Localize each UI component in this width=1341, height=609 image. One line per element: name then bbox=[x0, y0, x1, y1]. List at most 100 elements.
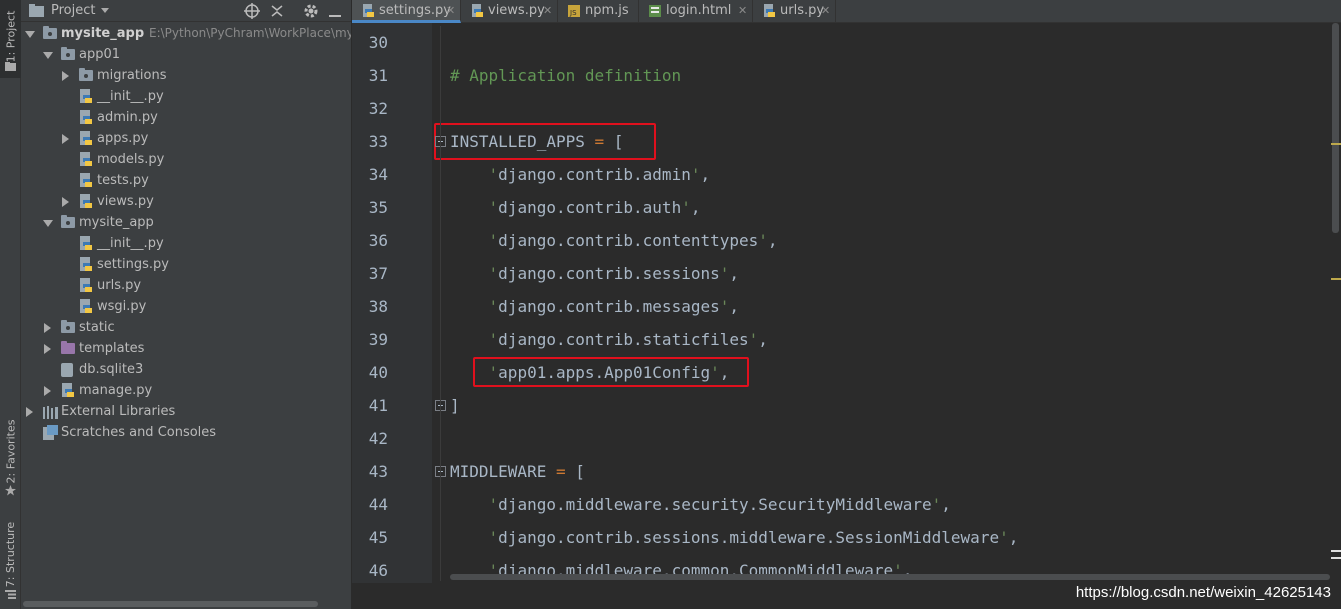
hide-panel-icon[interactable] bbox=[327, 3, 343, 19]
code-line[interactable]: 'django.middleware.security.SecurityMidd… bbox=[450, 488, 951, 521]
code-token-punc: ] bbox=[450, 396, 460, 415]
chevron-right-icon[interactable] bbox=[62, 134, 69, 144]
tab-npm-js[interactable]: JS npm.js bbox=[558, 0, 639, 23]
tree-item-tests-py[interactable]: tests.py bbox=[21, 170, 351, 191]
tab-urls-py[interactable]: urls.py ✕ bbox=[753, 0, 836, 23]
python-file-icon bbox=[362, 4, 375, 18]
chevron-down-icon[interactable] bbox=[43, 220, 53, 227]
locate-file-icon[interactable] bbox=[244, 3, 260, 19]
editor-horizontal-scrollbar[interactable] bbox=[450, 573, 1330, 581]
tree-item-label: manage.py bbox=[79, 383, 153, 398]
project-tool-tab[interactable]: 1: Project bbox=[0, 0, 21, 78]
info-stripe-mark[interactable] bbox=[1331, 557, 1341, 559]
chevron-down-icon[interactable] bbox=[43, 52, 53, 59]
chevron-right-icon[interactable] bbox=[62, 197, 69, 207]
tree-item-init-py[interactable]: __init__.py bbox=[21, 86, 351, 107]
close-icon[interactable]: ✕ bbox=[821, 0, 830, 22]
code-line[interactable]: 'django.contrib.staticfiles', bbox=[450, 323, 768, 356]
tree-item-init-py[interactable]: __init__.py bbox=[21, 233, 351, 254]
code-token-strtext: django.contrib.messages bbox=[498, 297, 720, 316]
editor-vertical-scrollbar[interactable] bbox=[1329, 23, 1341, 583]
collapse-all-icon[interactable] bbox=[269, 3, 285, 19]
chevron-right-icon[interactable] bbox=[44, 323, 51, 333]
line-number: 38 bbox=[368, 297, 388, 316]
tab-label: views.py bbox=[488, 3, 545, 18]
scrollbar-thumb[interactable] bbox=[1332, 23, 1339, 233]
code-line[interactable]: 'django.middleware.common.CommonMiddlewa… bbox=[450, 554, 913, 587]
package-folder-icon bbox=[61, 47, 75, 60]
code-token-strtext: django.contrib.staticfiles bbox=[498, 330, 749, 349]
code-line[interactable]: 'django.contrib.sessions', bbox=[450, 257, 739, 290]
line-number: 32 bbox=[368, 99, 388, 118]
code-line[interactable]: 'django.contrib.sessions.middleware.Sess… bbox=[450, 521, 1019, 554]
tree-item-app01[interactable]: app01 bbox=[21, 44, 351, 65]
tree-item-mysite-app[interactable]: mysite_app bbox=[21, 212, 351, 233]
tree-item-admin-py[interactable]: admin.py bbox=[21, 107, 351, 128]
tree-item-views-py[interactable]: views.py bbox=[21, 191, 351, 212]
tab-views-py[interactable]: views.py ✕ bbox=[461, 0, 558, 23]
info-stripe-mark[interactable] bbox=[1331, 550, 1341, 552]
tree-item-apps-py[interactable]: apps.py bbox=[21, 128, 351, 149]
tree-item-urls-py[interactable]: urls.py bbox=[21, 275, 351, 296]
code-line[interactable]: 'django.contrib.contenttypes', bbox=[450, 224, 778, 257]
warning-stripe-mark[interactable] bbox=[1331, 143, 1341, 145]
tree-item-models-py[interactable]: models.py bbox=[21, 149, 351, 170]
tab-login-html[interactable]: login.html ✕ bbox=[639, 0, 753, 23]
tree-item-static[interactable]: static bbox=[21, 317, 351, 338]
chevron-right-icon[interactable] bbox=[26, 407, 33, 417]
line-number: 39 bbox=[368, 330, 388, 349]
python-file-icon bbox=[79, 131, 93, 146]
tree-item-label: apps.py bbox=[97, 131, 149, 146]
close-icon[interactable]: ✕ bbox=[446, 0, 455, 22]
code-token-str: ' bbox=[450, 264, 499, 283]
package-folder-icon bbox=[79, 68, 93, 81]
tab-settings-py[interactable]: settings.py ✕ bbox=[352, 0, 461, 23]
warning-stripe-mark[interactable] bbox=[1331, 278, 1341, 280]
code-token-str: ' bbox=[931, 495, 942, 514]
scrollbar-thumb[interactable] bbox=[450, 574, 1330, 580]
line-number: 44 bbox=[368, 495, 388, 514]
code-line[interactable]: 'django.contrib.admin', bbox=[450, 158, 711, 191]
code-line[interactable]: 'django.contrib.auth', bbox=[450, 191, 701, 224]
tree-item-migrations[interactable]: migrations bbox=[21, 65, 351, 86]
code-line[interactable]: MIDDLEWARE = [ bbox=[450, 455, 585, 488]
chevron-down-icon[interactable] bbox=[25, 31, 35, 38]
code-area[interactable]: # Application definition INSTALLED_APPS =… bbox=[450, 23, 1320, 583]
installed-apps-highlight-box bbox=[434, 123, 656, 160]
code-line[interactable]: ] bbox=[450, 389, 460, 422]
code-line[interactable]: # Application definition bbox=[450, 59, 681, 92]
tree-item-wsgi-py[interactable]: wsgi.py bbox=[21, 296, 351, 317]
tree-item-settings-py[interactable]: settings.py bbox=[21, 254, 351, 275]
favorites-tool-tab[interactable]: 2: Favorites bbox=[0, 415, 21, 505]
code-token-str: ' bbox=[450, 297, 499, 316]
python-file-icon bbox=[79, 257, 93, 272]
tree-item-templates[interactable]: templates bbox=[21, 338, 351, 359]
chevron-right-icon[interactable] bbox=[62, 71, 69, 81]
tree-item-scratches-and-consoles[interactable]: Scratches and Consoles bbox=[21, 422, 351, 443]
code-line[interactable]: 'django.contrib.messages', bbox=[450, 290, 739, 323]
gear-icon[interactable] bbox=[303, 3, 319, 19]
structure-icon bbox=[5, 590, 16, 599]
line-number-gutter: 30 31 32 33 34 35 36 37 38 39 40 41 42 43 44 45 46 bbox=[352, 23, 432, 583]
code-token-strtext: django.contrib.auth bbox=[498, 198, 682, 217]
close-icon[interactable]: ✕ bbox=[543, 0, 552, 22]
chevron-right-icon[interactable] bbox=[44, 386, 51, 396]
html-file-icon bbox=[649, 4, 662, 18]
code-token-str: ' bbox=[999, 528, 1009, 547]
view-mode-dropdown-icon[interactable] bbox=[101, 8, 109, 13]
structure-tool-tab[interactable]: 7: Structure bbox=[0, 510, 21, 600]
tree-item-mysite-app[interactable]: mysite_app E:\Python\PyChram\WorkPlace\my… bbox=[21, 23, 351, 44]
code-token-str: ' bbox=[681, 198, 691, 217]
package-folder-icon bbox=[61, 215, 75, 228]
scrollbar-thumb[interactable] bbox=[23, 601, 318, 607]
tree-item-external-libraries[interactable]: External Libraries bbox=[21, 401, 351, 422]
project-horizontal-scrollbar[interactable] bbox=[21, 599, 351, 609]
tree-item-label: mysite_app bbox=[61, 26, 145, 41]
code-token-strtext: django.contrib.contenttypes bbox=[498, 231, 759, 250]
close-icon[interactable]: ✕ bbox=[738, 0, 747, 22]
tree-item-manage-py[interactable]: manage.py bbox=[21, 380, 351, 401]
tree-item-db-sqlite3[interactable]: db.sqlite3 bbox=[21, 359, 351, 380]
code-token-punc: , bbox=[690, 198, 701, 217]
chevron-right-icon[interactable] bbox=[44, 344, 51, 354]
code-token-str: ' bbox=[719, 264, 730, 283]
